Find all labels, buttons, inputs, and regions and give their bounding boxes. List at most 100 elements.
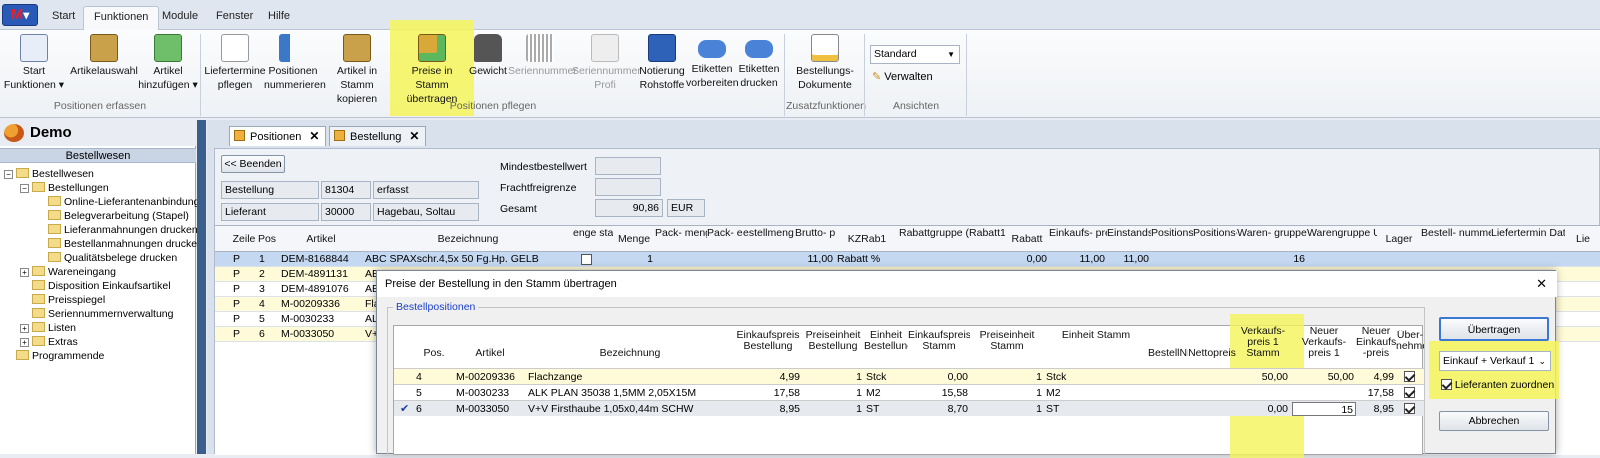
positionen-nummerieren-button[interactable]: Positionen nummerieren <box>264 32 326 92</box>
grid-column-header[interactable]: Bestell- nummer <box>1421 228 1491 239</box>
dialog-column-header[interactable]: Neuer Verkaufs- preis 1 <box>1292 326 1356 359</box>
uebernehmen-checkbox[interactable] <box>1404 371 1415 382</box>
tree-item[interactable]: + Listen <box>4 321 196 335</box>
liefertermine-button[interactable]: Liefertermine pflegen <box>204 32 266 92</box>
dialog-column-header[interactable]: Bezeichnung <box>526 348 734 359</box>
expand-icon[interactable]: + <box>20 268 29 277</box>
uebertragen-button[interactable]: Übertragen <box>1439 317 1549 341</box>
preise-in-stamm-button[interactable]: Preise in Stamm übertragen <box>394 32 470 106</box>
abbrechen-button[interactable]: Abbrechen <box>1439 411 1549 431</box>
start-funktionen-button[interactable]: Start Funktionen ▾ <box>2 32 66 92</box>
tree-item[interactable]: − Bestellwesen <box>4 167 196 181</box>
dialog-column-header[interactable]: Einheit Bestellung <box>864 330 908 352</box>
mode-select[interactable]: Einkauf + Verkauf 1 ⌄ <box>1439 351 1551 371</box>
tree-item[interactable]: Programmende <box>4 349 196 363</box>
grid-column-header[interactable]: Pack- einheit <box>707 228 743 239</box>
grid-column-header[interactable]: Liefertermin Datum Soll <box>1491 228 1565 239</box>
tree-item[interactable]: + Wareneingang <box>4 265 196 279</box>
tab-positionen[interactable]: Positionen ✕ <box>229 126 327 146</box>
grid-column-header[interactable]: Positions- Zuschlag <box>1193 228 1237 239</box>
grid-column-header[interactable]: Warengruppe Untergruppe <box>1307 228 1377 239</box>
table-row[interactable]: 4 M-00209336 Flachzange 4,99 1 Stck 0,00 1 Stck 5… <box>394 368 1424 384</box>
grid-column-header[interactable]: Bezeichnung <box>363 234 573 245</box>
grid-column-header[interactable]: Rabattgruppe (Rabatt1) <box>899 228 1005 239</box>
dialog-column-header[interactable]: Einkaufspreis Stamm <box>908 330 970 352</box>
new-sales-price-cell[interactable]: 15 <box>1292 402 1356 416</box>
dialog-column-header[interactable]: BestellNr <box>1148 348 1188 359</box>
etiketten-drucken-button[interactable]: Etiketten drucken <box>738 32 780 90</box>
close-icon[interactable]: ✕ <box>1536 271 1547 297</box>
close-icon[interactable]: ✕ <box>309 129 319 143</box>
view-select[interactable]: Standard ▼ <box>870 45 960 64</box>
beenden-button[interactable]: << Beenden <box>221 155 285 173</box>
gewicht-button[interactable]: Gewicht <box>468 32 508 78</box>
new-sales-price-cell[interactable]: 50,00 <box>1292 370 1356 384</box>
tree-item[interactable]: Online-Lieferantenanbindung <box>4 195 199 209</box>
tree-item[interactable]: Lieferanmahnungen drucken <box>4 223 198 237</box>
grid-column-header[interactable]: Positions- Rabatt <box>1151 228 1193 239</box>
seriennummer-button[interactable]: Seriennummer <box>508 32 577 78</box>
tab-bestellung[interactable]: Bestellung ✕ <box>329 126 427 146</box>
tree-item[interactable]: Qualitätsbelege drucken <box>4 251 196 265</box>
table-row[interactable]: 5 M-0030233 ALK PLAN 35038 1,5MM 2,05X15M 1… <box>394 384 1424 400</box>
checkbox-icon[interactable] <box>581 254 592 265</box>
grid-column-header[interactable]: Menge <box>613 234 655 245</box>
uebernehmen-checkbox[interactable] <box>1404 387 1415 398</box>
uebernehmen-checkbox[interactable] <box>1404 403 1415 414</box>
collapse-icon[interactable]: − <box>4 170 13 179</box>
expand-icon[interactable]: + <box>20 324 29 333</box>
dialog-column-header[interactable]: Preiseinheit Stamm <box>970 330 1044 352</box>
tree-item[interactable]: Belegverarbeitung (Stapel) <box>4 209 196 223</box>
tree-item[interactable]: Disposition Einkaufsartikel <box>4 279 196 293</box>
dialog-column-header[interactable]: Artikel <box>454 348 526 359</box>
artikel-hinzufuegen-button[interactable]: Artikel hinzufügen ▾ <box>138 32 198 92</box>
close-icon[interactable]: ✕ <box>409 129 419 143</box>
tree-item[interactable]: Seriennummernverwaltung <box>4 307 196 321</box>
table-row[interactable]: ✔ 6 M-0033050 V+V Firsthaube 1,05x0,44m SCH… <box>394 400 1424 416</box>
grid-column-header[interactable]: Brutto- preis <box>795 228 835 239</box>
artikel-in-stamm-button[interactable]: Artikel in Stamm kopieren <box>322 32 392 106</box>
grid-column-header[interactable]: Rabatt <box>1005 234 1049 245</box>
grid-column-header[interactable]: Pack- menge <box>655 228 707 239</box>
dialog-column-header[interactable]: Über- nehmen <box>1396 330 1424 352</box>
tree-item[interactable]: Bestellanmahnungen drucken <box>4 237 203 251</box>
grid-column-header[interactable]: Lager <box>1377 234 1421 245</box>
collapse-icon[interactable]: − <box>20 184 29 193</box>
artikelauswahl-button[interactable]: Artikelauswahl <box>70 32 138 78</box>
menu-tab-fenster[interactable]: Fenster <box>206 6 263 30</box>
dialog-column-header[interactable]: Einheit Stamm <box>1044 330 1148 341</box>
tree-item[interactable]: + Extras <box>4 335 196 349</box>
menu-tab-start[interactable]: Start <box>42 6 85 30</box>
dialog-column-header[interactable]: Einkaufspreis Bestellung <box>734 330 802 352</box>
notierung-button[interactable]: Notierung Rohstoffe <box>638 32 686 92</box>
grid-column-header[interactable]: Einkaufs- preis <box>1049 228 1107 239</box>
grid-column-header[interactable]: enge staffe <box>573 228 613 239</box>
expand-icon[interactable]: + <box>20 338 29 347</box>
tree-item[interactable]: Preisspiegel <box>4 293 196 307</box>
menu-tab-hilfe[interactable]: Hilfe <box>258 6 300 30</box>
grid-column-header[interactable]: Lie <box>1565 234 1600 245</box>
verwalten-button[interactable]: ✎ Verwalten <box>872 70 933 83</box>
etiketten-vorbereiten-button[interactable]: Etiketten vorbereiten <box>686 32 739 90</box>
menu-tab-module[interactable]: Module <box>152 6 208 30</box>
dialog-column-header[interactable]: Pos. <box>414 348 454 359</box>
grid-column-header[interactable]: Waren- gruppe <box>1237 228 1307 239</box>
dialog-column-header[interactable]: Neuer Einkaufs -preis <box>1356 326 1396 359</box>
dialog-column-header[interactable]: Verkaufs- preis 1 Stamm <box>1236 326 1290 359</box>
grid-column-header[interactable]: Artikel <box>279 234 363 245</box>
new-sales-price-cell[interactable] <box>1292 386 1356 400</box>
seriennummer-profi-button[interactable]: Seriennummer Profi <box>572 32 641 92</box>
dialog-column-header[interactable]: Preiseinheit Bestellung <box>802 330 864 352</box>
grid-column-header[interactable]: Einstands- preis <box>1107 228 1151 239</box>
app-menu-button[interactable]: M▾ <box>2 4 38 26</box>
dialog-column-header[interactable]: Nettopreis <box>1188 348 1236 359</box>
menu-tab-funktionen[interactable]: Funktionen <box>83 6 160 30</box>
bestellungs-dokumente-button[interactable]: Bestellungs- Dokumente <box>790 32 860 92</box>
lieferanten-zuordnen-checkbox[interactable]: Lieferanten zuordnen <box>1441 379 1554 391</box>
grid-column-header[interactable]: Pos <box>257 234 277 245</box>
grid-column-header[interactable]: estellmeng Pack-Einh. <box>743 228 795 239</box>
grid-column-header[interactable]: Zeile <box>231 234 257 245</box>
grid-column-header[interactable]: KZRab1 <box>835 234 899 245</box>
table-row[interactable]: P 1 DEM-8168844 ABC SPAXschr.4,5x 50 Fg.Hp.… <box>215 252 1600 267</box>
panel-splitter[interactable] <box>197 120 206 454</box>
